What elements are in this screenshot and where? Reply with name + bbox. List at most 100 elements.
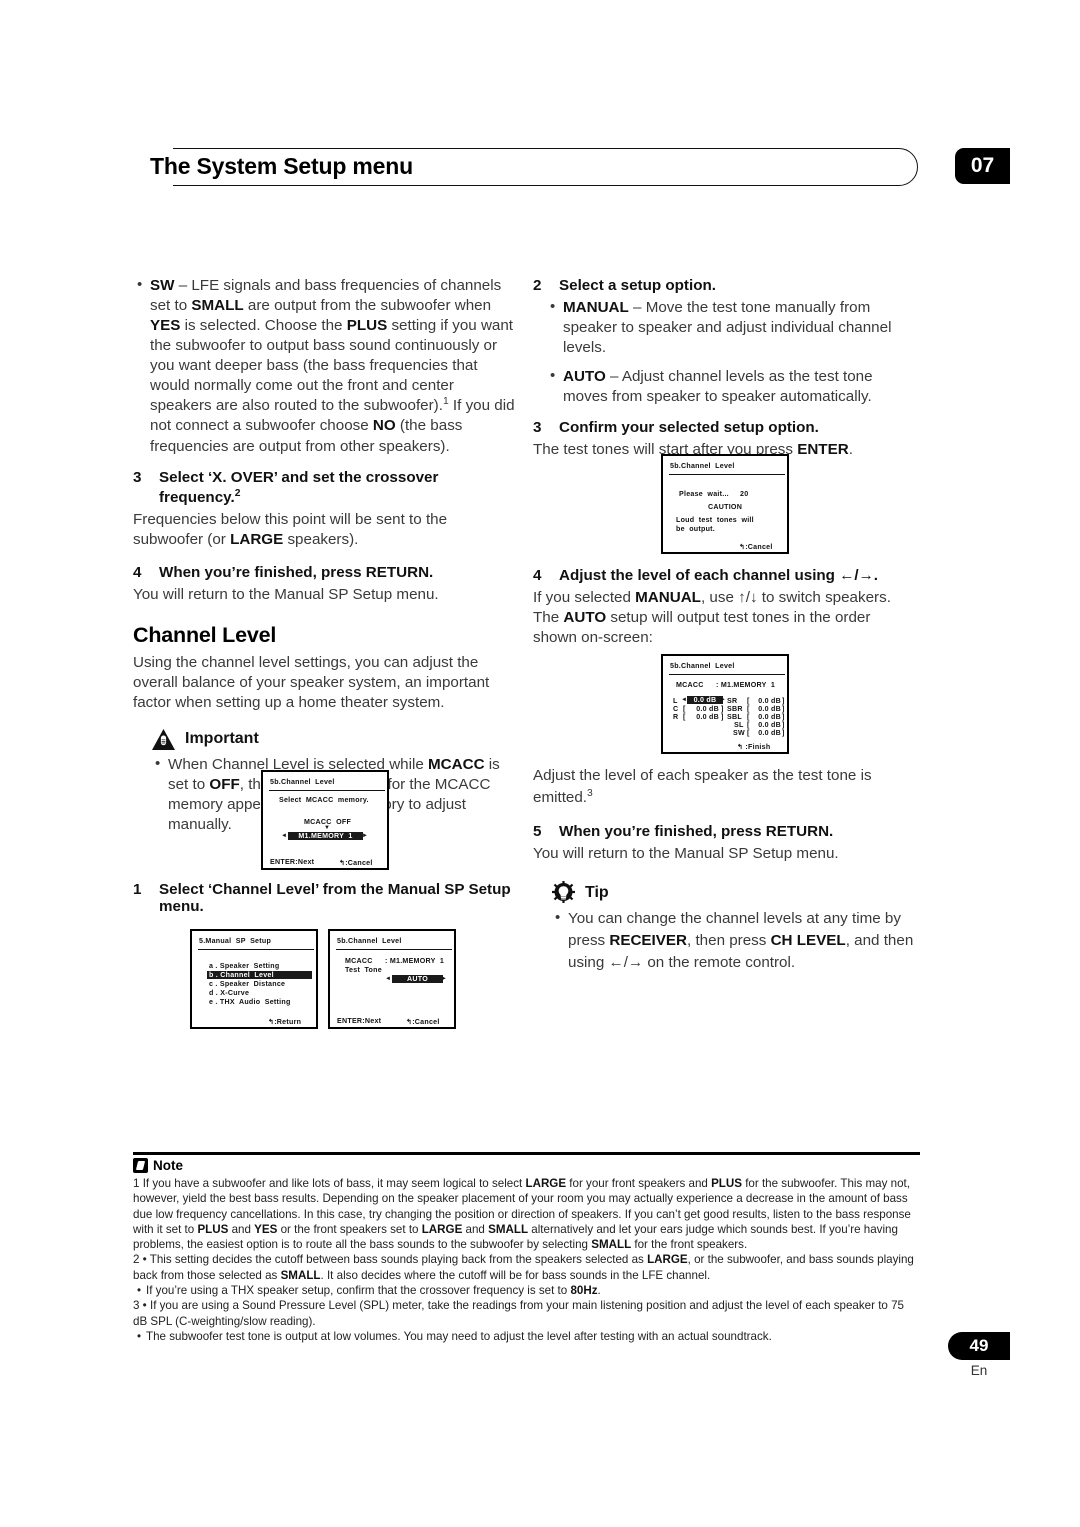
receiver-term: RECEIVER — [609, 932, 688, 950]
osd-ch-value-sbl[interactable]: 0.0 dB — [753, 713, 781, 721]
step-4r-body-b: , use — [700, 589, 739, 607]
right-arrow-icon: ► — [441, 976, 448, 982]
list-item: SW – LFE signals and bass frequencies of… — [133, 275, 516, 457]
step-4-heading: 4 When you’re finished, press RETURN. — [133, 563, 516, 583]
note-3-a: If you are using a Sound Pressure Level … — [133, 1299, 904, 1328]
osd-title-rule — [269, 790, 385, 792]
osd-ch-label-sbl: SBL — [727, 713, 742, 721]
osd-caution-label: CAUTION — [708, 503, 743, 511]
osd-mcacc-label: MCACC — [676, 681, 704, 689]
auto-term: AUTO — [563, 368, 606, 386]
manual-term: MANUAL — [635, 589, 701, 607]
note-1-d: and — [228, 1222, 255, 1236]
tip-bullet-list: You can change the channel levels at any… — [551, 907, 916, 975]
off-term: OFF — [209, 775, 240, 793]
osd-warning-line-1: Loud test tones will — [676, 516, 754, 524]
note-1-e: or the front speakers set to — [277, 1222, 422, 1236]
step-1-block: 1 Select ‘Channel Level’ from the Manual… — [133, 881, 516, 917]
osd-selected-test-tone[interactable]: AUTO — [392, 975, 443, 983]
page-title: The System Setup menu — [150, 153, 413, 179]
sw-text-3: is selected. Choose the — [180, 317, 347, 335]
notes-label: Note — [153, 1158, 183, 1173]
osd-mcacc-value: : M1.MEMORY 1 — [716, 681, 776, 689]
sw-term: SW — [150, 277, 175, 294]
step-3r-number: 3 — [533, 419, 542, 437]
osd-ch-value-sw[interactable]: 0.0 dB — [753, 729, 781, 737]
osd-mcacc-value: : M1.MEMORY 1 — [385, 957, 445, 965]
osd-bracket-close-sbr: ] — [782, 705, 785, 713]
osd-bracket-close-r: ] — [721, 713, 724, 721]
osd-title: 5b.Channel Level — [337, 937, 402, 945]
osd-footer-return: ↰:Return — [268, 1018, 302, 1026]
manual-term: MANUAL — [563, 299, 629, 317]
osd-footer-cancel: ↰:Cancel — [739, 543, 773, 551]
large-term: LARGE — [525, 1177, 567, 1190]
osd-title-rule — [336, 949, 452, 951]
osd-ch-label-r: R — [673, 713, 679, 721]
osd-bracket-close-sbl: ] — [782, 713, 785, 721]
sw-text-2: are output from the subwoofer when — [243, 297, 492, 315]
tip-text-b: , then press — [687, 932, 771, 950]
osd-bracket-close-sl: ] — [782, 721, 785, 729]
step-4r-title: Adjust the level of each channel using ←… — [559, 566, 916, 586]
step-3-body: Frequencies below this point will be sen… — [133, 510, 516, 550]
step-1-number: 1 — [133, 881, 142, 898]
right-arrow-icon: ► — [720, 697, 727, 703]
step-4r-body-a: If you selected — [533, 589, 636, 607]
crossover-80hz-term: 80Hz — [570, 1284, 598, 1298]
after-osd-text: Adjust the level of each speaker as the … — [533, 767, 872, 807]
osd-ch-value-sl[interactable]: 0.0 dB — [753, 721, 781, 729]
osd-ch-value-sr[interactable]: 0.0 dB — [753, 697, 781, 705]
step-4r-title-a: Adjust the level of each channel using — [559, 567, 840, 584]
osd-channel-levels: 5b.Channel Level MCACC : M1.MEMORY 1 L ◄… — [661, 654, 789, 754]
large-term: LARGE — [647, 1253, 688, 1267]
note-2-a: This setting decides the cutoff between … — [149, 1253, 648, 1267]
step-4r-title-b: . — [873, 567, 879, 584]
osd-ch-value-sbr[interactable]: 0.0 dB — [753, 705, 781, 713]
notes-divider — [133, 1152, 920, 1155]
right-arrow-icon: ► — [362, 833, 369, 839]
osd-screen: 5b.Channel Level Select MCACC memory. MC… — [261, 770, 389, 870]
osd-title: 5b.Channel Level — [270, 778, 335, 786]
footnote-ref-3: 3 — [587, 788, 593, 800]
osd-screen: 5b.Channel Level MCACC : M1.MEMORY 1 Tes… — [328, 929, 456, 1029]
osd-bracket-open-sl: [ — [747, 721, 750, 729]
step-4-body: You will return to the Manual SP Setup m… — [133, 585, 439, 603]
no-term: NO — [372, 417, 396, 435]
osd-instruction: Select MCACC memory. — [279, 796, 369, 804]
osd-ch-value-r[interactable]: 0.0 dB — [689, 713, 719, 721]
osd-menu-item-speaker-setting[interactable]: a . Speaker Setting — [209, 962, 279, 970]
osd-bracket-close-sr: ] — [782, 697, 785, 705]
osd-bracket-open-sw: [ — [747, 729, 750, 737]
osd-title: 5b.Channel Level — [670, 662, 735, 670]
step-2-heading: 2 Select a setup option. — [533, 276, 916, 296]
osd-menu-item-x-curve[interactable]: d . X-Curve — [209, 989, 249, 997]
osd-menu-item-channel-level[interactable]: b . Channel Level — [207, 971, 312, 979]
osd-title-rule — [669, 474, 785, 476]
osd-ch-value-l[interactable]: 0.0 dB — [687, 696, 723, 704]
section-intro-paragraph: Using the channel level settings, you ca… — [133, 654, 490, 712]
left-column: SW – LFE signals and bass frequencies of… — [133, 275, 516, 846]
osd-selected-memory[interactable]: M1.MEMORY 1 — [288, 832, 363, 840]
osd-screen: 5b.Channel Level MCACC : M1.MEMORY 1 L ◄… — [661, 654, 789, 754]
osd-footer-cancel: ↰:Cancel — [406, 1018, 440, 1026]
osd-please-wait: 5b.Channel Level Please wait... 20 CAUTI… — [661, 454, 789, 554]
osd-wait-text: Please wait... — [679, 490, 729, 498]
chapter-badge: 07 — [955, 148, 1010, 184]
left-right-arrow-icon: ←/→ — [839, 567, 874, 584]
osd-menu-item-speaker-distance[interactable]: c . Speaker Distance — [209, 980, 285, 988]
step-5-heading: 5 When you’re finished, press RETURN. — [533, 822, 916, 842]
osd-ch-value-c[interactable]: 0.0 dB — [689, 705, 719, 713]
step-4r-block: 4 Adjust the level of each channel using… — [533, 566, 916, 661]
plus-term-2: PLUS — [197, 1222, 229, 1236]
warning-triangle-icon — [151, 728, 176, 751]
page-number-badge: 49 — [948, 1332, 1010, 1360]
step-4-title: When you’re finished, press RETURN. — [159, 563, 434, 581]
osd-footer-finish: ↰ :Finish — [737, 743, 771, 751]
osd-menu-item-thx-audio-setting[interactable]: e . THX Audio Setting — [209, 998, 291, 1006]
mcacc-term: MCACC — [428, 755, 485, 773]
ch-level-term: CH LEVEL — [770, 932, 846, 950]
step-4r-body: If you selected MANUAL, use ↑/↓ to switc… — [533, 588, 916, 648]
yes-term: YES — [254, 1222, 278, 1236]
left-right-arrow-icon: ←/→ — [608, 954, 644, 972]
